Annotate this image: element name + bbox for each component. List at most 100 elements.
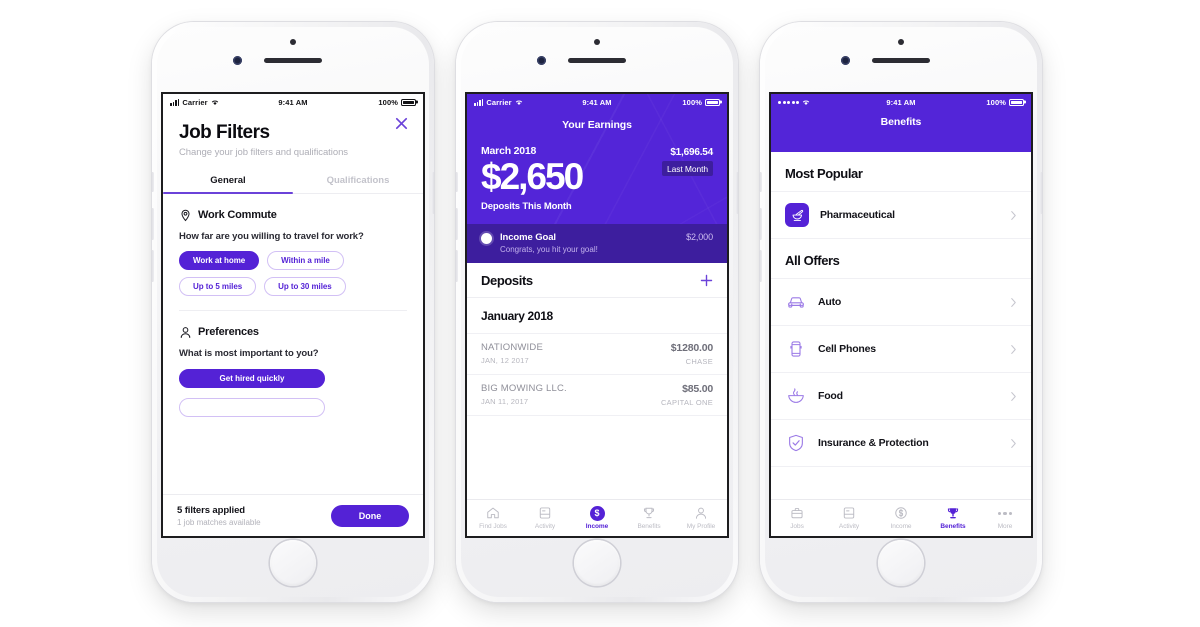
tab-income[interactable]: Income <box>875 506 927 531</box>
tab-jobs[interactable]: Jobs <box>771 506 823 530</box>
volume-down-button[interactable] <box>151 250 154 282</box>
tab-bar: Find Jobs Activity $ Income Benefits My … <box>467 499 727 536</box>
status-bar: Carrier 9:41 AM 100% <box>467 94 727 110</box>
benefit-label: Insurance & Protection <box>818 437 929 449</box>
trophy-icon <box>642 506 656 521</box>
phone-job-filters: Carrier 9:41 AM 100% Job Filters Change … <box>151 22 435 602</box>
deposits-header: Deposits <box>467 263 727 298</box>
benefit-label: Food <box>818 390 843 402</box>
tab-qualifications[interactable]: Qualifications <box>293 175 423 193</box>
section-title: Preferences <box>198 326 259 339</box>
benefit-label: Pharmaceutical <box>820 209 895 221</box>
done-button[interactable]: Done <box>331 504 409 527</box>
table-row[interactable]: BIG MOWING LLC. JAN 11, 2017 $85.00 CAPI… <box>467 375 727 416</box>
group-title-most-popular: Most Popular <box>771 152 1031 192</box>
wifi-icon <box>802 99 810 106</box>
job-matches-count: 1 job matches available <box>177 517 261 527</box>
silent-switch[interactable] <box>151 172 154 192</box>
page-subtitle: Change your job filters and qualificatio… <box>179 146 349 158</box>
power-button[interactable] <box>432 172 435 214</box>
silent-switch[interactable] <box>759 172 762 192</box>
deposits-title: Deposits <box>481 272 533 288</box>
benefit-row-food[interactable]: Food <box>771 373 1031 420</box>
chip-within-a-mile[interactable]: Within a mile <box>267 250 344 270</box>
deposit-name: BIG MOWING LLC. <box>481 382 567 394</box>
tab-benefits[interactable]: Benefits <box>927 506 979 530</box>
home-button[interactable] <box>270 540 316 586</box>
deposit-bank: CAPITAL ONE <box>660 397 713 407</box>
benefit-row-cell-phones[interactable]: Cell Phones <box>771 326 1031 373</box>
tab-activity[interactable]: Activity <box>519 506 571 530</box>
carrier-label: Carrier <box>486 97 512 107</box>
tab-label: More <box>997 523 1013 531</box>
tab-activity[interactable]: Activity <box>823 506 875 530</box>
home-icon <box>486 506 500 521</box>
plus-icon[interactable] <box>700 274 713 287</box>
nav-title: Your Earnings <box>562 119 632 131</box>
phone-icon <box>785 338 807 360</box>
section-question: How far are you willing to travel for wo… <box>179 230 364 242</box>
status-time: 9:41 AM <box>582 97 612 107</box>
tab-label: Income <box>890 523 912 531</box>
activity-icon <box>538 506 552 521</box>
briefcase-icon <box>790 506 804 521</box>
battery-icon <box>401 98 416 106</box>
volume-up-button[interactable] <box>151 208 154 240</box>
dollar-coin-icon: $ <box>589 505 605 521</box>
benefit-label: Auto <box>818 296 842 308</box>
earnings-hero: Carrier 9:41 AM 100% Your Earnings March <box>467 94 727 224</box>
goal-subtitle: Congrats, you hit your goal! <box>500 244 598 254</box>
section-question: What is most important to you? <box>179 347 319 359</box>
activity-icon <box>842 506 856 521</box>
power-button[interactable] <box>736 172 739 214</box>
option-secondary-partial[interactable] <box>179 397 325 417</box>
tab-find-jobs[interactable]: Find Jobs <box>467 506 519 531</box>
chip-up-to-5-miles[interactable]: Up to 5 miles <box>179 276 257 296</box>
screen-job-filters: Carrier 9:41 AM 100% Job Filters Change … <box>163 94 423 536</box>
deposit-amount: $1280.00 <box>670 341 713 354</box>
close-icon[interactable] <box>394 116 409 131</box>
tab-label: Find Jobs <box>479 523 507 531</box>
carrier-label: Carrier <box>182 97 208 107</box>
section-preferences: Preferences What is most important to yo… <box>163 326 423 417</box>
benefit-row-auto[interactable]: Auto <box>771 279 1031 326</box>
chip-up-to-30-miles[interactable]: Up to 30 miles <box>264 276 346 296</box>
volume-up-button[interactable] <box>455 208 458 240</box>
income-goal-banner[interactable]: Income Goal $2,000 Congrats, you hit you… <box>467 223 727 263</box>
section-header: Preferences <box>179 326 407 339</box>
power-button[interactable] <box>1040 172 1043 214</box>
benefit-row-insurance-protection[interactable]: Insurance & Protection <box>771 420 1031 467</box>
status-bar-right: 100% <box>916 98 1024 107</box>
chip-work-at-home[interactable]: Work at home <box>179 250 260 270</box>
earnings-last-month[interactable]: $1,696.54 Last Month <box>661 145 713 177</box>
table-row[interactable]: NATIONWIDE JAN, 12 2017 $1280.00 CHASE <box>467 334 727 375</box>
screen-benefits: 9:41 AM 100% Benefits Most Popular Pharm… <box>771 94 1031 536</box>
commute-chip-group: Work at home Within a mile Up to 5 miles… <box>179 250 407 296</box>
volume-up-button[interactable] <box>759 208 762 240</box>
proximity-sensor <box>594 39 600 45</box>
home-button[interactable] <box>574 540 620 586</box>
job-filters-header: Job Filters Change your job filters and … <box>163 110 423 158</box>
status-bar-left: Carrier <box>170 98 278 107</box>
signal-dots-icon <box>778 100 800 104</box>
home-button[interactable] <box>878 540 924 586</box>
filter-tabs: General Qualifications <box>163 175 423 195</box>
earpiece-speaker <box>872 58 930 63</box>
job-filters-body: Job Filters Change your job filters and … <box>163 110 423 536</box>
goal-amount: $2,000 <box>686 231 713 242</box>
tab-general[interactable]: General <box>163 175 293 195</box>
person-icon <box>179 326 192 339</box>
tab-more[interactable]: More <box>979 506 1031 531</box>
volume-down-button[interactable] <box>759 250 762 282</box>
tab-income[interactable]: $ Income <box>571 505 623 530</box>
earnings-amount: $2,650 <box>481 156 584 197</box>
deposit-right: $85.00 CAPITAL ONE <box>661 383 713 407</box>
volume-down-button[interactable] <box>455 250 458 282</box>
tab-my-profile[interactable]: My Profile <box>675 506 727 530</box>
benefit-row-pharmaceutical[interactable]: Pharmaceutical <box>771 192 1031 239</box>
silent-switch[interactable] <box>455 172 458 192</box>
option-get-hired-quickly[interactable]: Get hired quickly <box>179 368 325 388</box>
tab-label: Benefits <box>637 523 661 531</box>
tab-benefits[interactable]: Benefits <box>623 506 675 531</box>
earnings-summary: March 2018 $2,650 Deposits This Month $1… <box>467 131 727 212</box>
